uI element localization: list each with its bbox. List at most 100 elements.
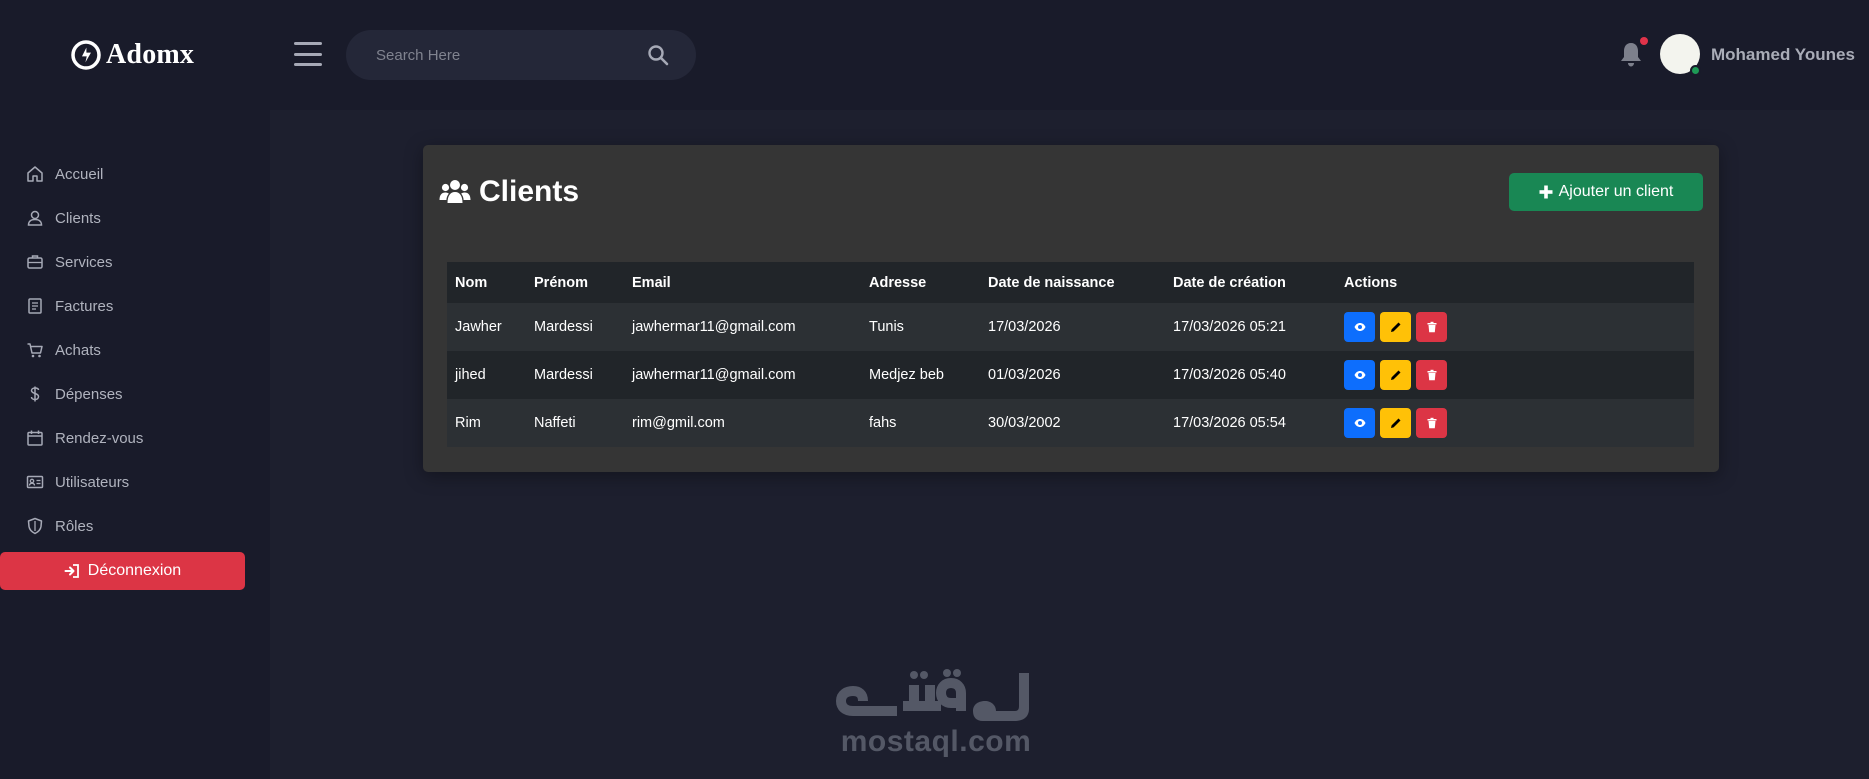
cell-prenom: Mardessi [534,319,593,335]
cell-date-naissance: 01/03/2026 [988,367,1061,383]
search-input[interactable] [376,46,646,64]
eye-icon [1354,323,1365,331]
edit-button[interactable] [1380,408,1411,438]
table-row: Jawher Mardessi jawhermar11@gmail.com Tu… [447,303,1694,351]
pencil-icon [1390,370,1400,380]
cell-adresse: Medjez beb [869,367,944,383]
cell-actions [1336,351,1694,399]
mostaql-latin-wordmark: mostaql.com [840,725,1032,758]
cell-adresse: fahs [869,415,897,431]
column-header-actions: Actions [1344,274,1398,291]
eye-icon [1354,419,1365,427]
cell-actions [1336,303,1694,351]
sidebar-item-rendez-vous[interactable]: Rendez-vous [0,416,270,460]
search-box [346,30,696,80]
sidebar-item-label: Rôles [55,517,94,535]
delete-button[interactable] [1416,408,1447,438]
view-button[interactable] [1344,312,1375,342]
id-card-icon [26,475,44,489]
view-button[interactable] [1344,408,1375,438]
edit-button[interactable] [1380,312,1411,342]
mostaql-watermark: mostaql.com [826,665,1046,765]
shield-icon [27,517,43,535]
home-icon [27,166,43,182]
sidebar-item-utilisateurs[interactable]: Utilisateurs [0,460,270,504]
top-bar: Adomx Mohamed Younes [0,0,1869,110]
sidebar-item-label: Rendez-vous [55,429,144,447]
edit-button[interactable] [1380,360,1411,390]
column-header-email[interactable]: Email [624,262,861,303]
sidebar-item-label: Dépenses [55,385,123,403]
delete-button[interactable] [1416,312,1447,342]
dollar-icon [30,386,40,402]
table-body: Jawher Mardessi jawhermar11@gmail.com Tu… [447,303,1694,447]
sidebar-item-depenses[interactable]: Dépenses [0,372,270,416]
page-title: Clients [479,175,580,208]
view-button[interactable] [1344,360,1375,390]
sidebar-item-label: Factures [55,297,114,315]
plus-icon [1539,185,1553,199]
add-client-label: Ajouter un client [1558,183,1674,200]
cell-email: jawhermar11@gmail.com [632,319,796,335]
pencil-icon [1390,418,1400,428]
menu-toggle-icon[interactable] [294,42,322,66]
sidebar-item-services[interactable]: Services [0,240,270,284]
sidebar-item-label: Clients [55,209,101,227]
sidebar-item-label: Achats [55,341,101,359]
cell-date-creation: 17/03/2026 05:21 [1173,319,1286,335]
trash-icon [1427,369,1436,381]
power-logo-icon [71,40,101,70]
search-icon[interactable] [646,43,670,67]
table-header-row: Nom Prénom Email Adresse Date de naissan… [447,262,1694,303]
users-icon [439,180,471,203]
page-header: Clients [439,175,579,209]
cell-nom: jihed [455,367,486,383]
sidebar: Accueil Clients Services Factures Achats… [0,110,270,779]
column-header-nom[interactable]: Nom [447,262,526,303]
delete-button[interactable] [1416,360,1447,390]
sidebar-item-roles[interactable]: Rôles [0,504,270,548]
user-icon [27,210,43,226]
sidebar-item-achats[interactable]: Achats [0,328,270,372]
sidebar-item-clients[interactable]: Clients [0,196,270,240]
sidebar-nav: Accueil Clients Services Factures Achats… [0,152,270,548]
cell-email: jawhermar11@gmail.com [632,367,796,383]
brand-logo[interactable]: Adomx [70,36,194,74]
cell-actions [1336,399,1694,447]
main-content: Clients Ajouter un client Nom Prénom Ema… [270,110,1869,779]
briefcase-icon [27,255,43,269]
table-header: Nom Prénom Email Adresse Date de naissan… [447,262,1694,303]
sidebar-item-factures[interactable]: Factures [0,284,270,328]
online-status-icon [1690,65,1701,76]
cell-prenom: Mardessi [534,367,593,383]
brand-name: Adomx [106,39,195,70]
clients-table: Nom Prénom Email Adresse Date de naissan… [447,262,1694,447]
user-name[interactable]: Mohamed Younes [1711,45,1855,65]
trash-icon [1427,321,1436,333]
cell-date-naissance: 17/03/2026 [988,319,1061,335]
cell-email: rim@gmil.com [632,415,725,431]
trash-icon [1427,417,1436,429]
app-root: Adomx Mohamed Younes Ac [0,0,1869,779]
sidebar-item-label: Accueil [55,165,104,183]
clients-card: Clients Ajouter un client Nom Prénom Ema… [423,145,1719,472]
notification-bell-icon[interactable] [1618,40,1644,68]
table-row: jihed Mardessi jawhermar11@gmail.com Med… [447,351,1694,399]
sidebar-item-accueil[interactable]: Accueil [0,152,270,196]
cell-date-naissance: 30/03/2002 [988,415,1061,431]
cell-date-creation: 17/03/2026 05:40 [1173,367,1286,383]
logout-button[interactable]: Déconnexion [0,552,245,590]
calendar-icon [27,430,43,446]
column-header-date-naissance[interactable]: Date de naissance [980,262,1165,303]
cell-adresse: Tunis [869,319,904,335]
column-header-date-creation[interactable]: Date de création [1165,262,1336,303]
mostaql-arabic-wordmark [835,669,1029,721]
column-header-adresse[interactable]: Adresse [861,262,980,303]
sidebar-item-label: Utilisateurs [55,473,130,491]
add-client-button[interactable]: Ajouter un client [1509,173,1703,211]
eye-icon [1354,371,1365,379]
cell-prenom: Naffeti [534,415,576,431]
receipt-icon [28,298,42,314]
column-header-prenom[interactable]: Prénom [526,262,624,303]
pencil-icon [1390,322,1400,332]
